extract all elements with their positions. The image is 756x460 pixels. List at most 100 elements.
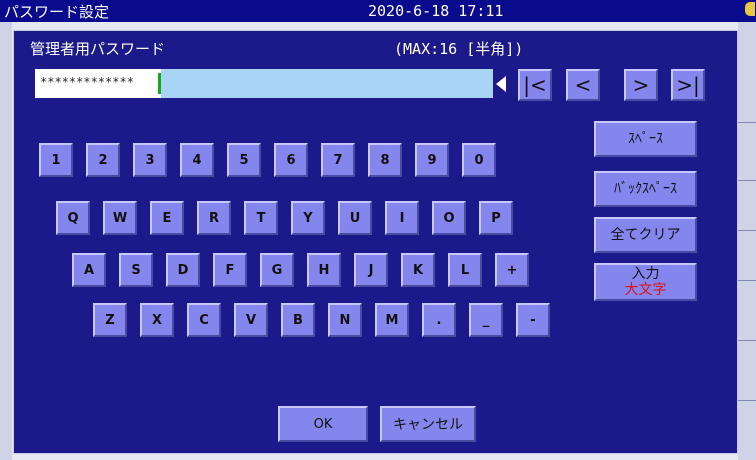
key-button[interactable]: Z bbox=[93, 303, 127, 337]
right-arrow-icon: > bbox=[632, 73, 650, 97]
key-button[interactable]: 5 bbox=[227, 143, 261, 177]
key-button[interactable]: Q bbox=[56, 201, 90, 235]
key-button[interactable]: F bbox=[213, 253, 247, 287]
key-button[interactable]: B bbox=[281, 303, 315, 337]
key-label: Q bbox=[67, 210, 79, 226]
key-button[interactable]: V bbox=[234, 303, 268, 337]
key-button[interactable]: 4 bbox=[180, 143, 214, 177]
key-label: L bbox=[460, 262, 470, 278]
input-mode-button[interactable]: 入力 大文字 bbox=[594, 263, 697, 301]
key-button[interactable]: K bbox=[401, 253, 435, 287]
key-button[interactable]: _ bbox=[469, 303, 503, 337]
divider bbox=[738, 400, 756, 401]
key-button[interactable]: 6 bbox=[274, 143, 308, 177]
key-button[interactable]: 2 bbox=[86, 143, 120, 177]
key-button[interactable]: . bbox=[422, 303, 456, 337]
backspace-label: ﾊﾞｯｸｽﾍﾟｰｽ bbox=[614, 181, 677, 197]
key-label: 0 bbox=[474, 152, 484, 168]
key-label: G bbox=[271, 262, 283, 278]
key-label: P bbox=[491, 210, 501, 226]
key-button[interactable]: W bbox=[103, 201, 137, 235]
key-button[interactable]: Y bbox=[291, 201, 325, 235]
key-label: _ bbox=[482, 312, 490, 328]
key-button[interactable]: L bbox=[448, 253, 482, 287]
field-end-marker-icon bbox=[496, 76, 506, 92]
key-label: 6 bbox=[286, 152, 296, 168]
key-button[interactable]: S bbox=[119, 253, 153, 287]
key-label: U bbox=[349, 210, 361, 226]
key-button[interactable]: O bbox=[432, 201, 466, 235]
left-panel-edge bbox=[0, 22, 12, 460]
space-button[interactable]: ｽﾍﾟｰｽ bbox=[594, 121, 697, 157]
key-button[interactable]: 9 bbox=[415, 143, 449, 177]
key-label: K bbox=[412, 262, 424, 278]
key-label: O bbox=[443, 210, 455, 226]
key-label: 7 bbox=[333, 152, 343, 168]
key-label: . bbox=[436, 312, 442, 328]
key-label: D bbox=[177, 262, 189, 278]
key-label: 5 bbox=[239, 152, 249, 168]
key-label: 8 bbox=[380, 152, 390, 168]
key-button[interactable]: 1 bbox=[39, 143, 73, 177]
cursor-prev-button[interactable]: < bbox=[566, 69, 600, 101]
key-label: H bbox=[318, 262, 330, 278]
key-label: 4 bbox=[192, 152, 202, 168]
key-button[interactable]: U bbox=[338, 201, 372, 235]
cancel-label: キャンセル bbox=[393, 417, 463, 433]
space-label: ｽﾍﾟｰｽ bbox=[628, 131, 663, 147]
key-button[interactable]: E bbox=[150, 201, 184, 235]
key-button[interactable]: M bbox=[375, 303, 409, 337]
dialog-title: 管理者用パスワード bbox=[30, 40, 166, 58]
key-label: I bbox=[399, 210, 405, 226]
cursor-first-button[interactable]: |< bbox=[518, 69, 552, 101]
key-button[interactable]: G bbox=[260, 253, 294, 287]
input-mode-title: 入力 bbox=[631, 266, 660, 282]
key-label: 9 bbox=[427, 152, 437, 168]
key-label: A bbox=[83, 262, 95, 278]
ok-label: OK bbox=[313, 416, 333, 432]
cursor-next-button[interactable]: > bbox=[624, 69, 658, 101]
battery-icon bbox=[745, 2, 755, 16]
key-label: B bbox=[293, 312, 303, 328]
key-button[interactable]: C bbox=[187, 303, 221, 337]
password-dialog: 管理者用パスワード (MAX:16 [半角]) ************* |<… bbox=[13, 30, 738, 454]
key-button[interactable]: 0 bbox=[462, 143, 496, 177]
key-button[interactable]: - bbox=[516, 303, 550, 337]
key-button[interactable]: N bbox=[328, 303, 362, 337]
key-label: - bbox=[530, 312, 536, 328]
key-label: Z bbox=[105, 312, 115, 328]
max-length-label: (MAX:16 [半角]) bbox=[394, 40, 524, 58]
key-button[interactable]: P bbox=[479, 201, 513, 235]
key-button[interactable]: A bbox=[72, 253, 106, 287]
key-button[interactable]: R bbox=[197, 201, 231, 235]
password-input[interactable]: ************* bbox=[35, 69, 493, 98]
cancel-button[interactable]: キャンセル bbox=[380, 406, 476, 442]
backspace-button[interactable]: ﾊﾞｯｸｽﾍﾟｰｽ bbox=[594, 171, 697, 207]
input-mode-value: 大文字 bbox=[624, 282, 667, 298]
key-label: 1 bbox=[51, 152, 61, 168]
divider bbox=[738, 280, 756, 281]
clear-all-button[interactable]: 全てクリア bbox=[594, 217, 697, 253]
key-button[interactable]: 8 bbox=[368, 143, 402, 177]
key-button[interactable]: + bbox=[495, 253, 529, 287]
ok-button[interactable]: OK bbox=[278, 406, 368, 442]
divider bbox=[738, 180, 756, 181]
key-label: T bbox=[256, 210, 266, 226]
key-button[interactable]: 7 bbox=[321, 143, 355, 177]
divider bbox=[738, 122, 756, 123]
cursor-last-button[interactable]: >| bbox=[671, 69, 705, 101]
key-label: C bbox=[199, 312, 209, 328]
key-button[interactable]: X bbox=[140, 303, 174, 337]
key-label: 3 bbox=[145, 152, 155, 168]
key-button[interactable]: 3 bbox=[133, 143, 167, 177]
key-button[interactable]: D bbox=[166, 253, 200, 287]
key-button[interactable]: T bbox=[244, 201, 278, 235]
key-button[interactable]: I bbox=[385, 201, 419, 235]
window-title: パスワード設定 bbox=[4, 3, 110, 21]
clear-all-label: 全てクリア bbox=[610, 227, 681, 243]
key-button[interactable]: J bbox=[354, 253, 388, 287]
key-label: E bbox=[162, 210, 172, 226]
last-icon: >| bbox=[676, 73, 700, 97]
key-label: N bbox=[339, 312, 351, 328]
key-button[interactable]: H bbox=[307, 253, 341, 287]
